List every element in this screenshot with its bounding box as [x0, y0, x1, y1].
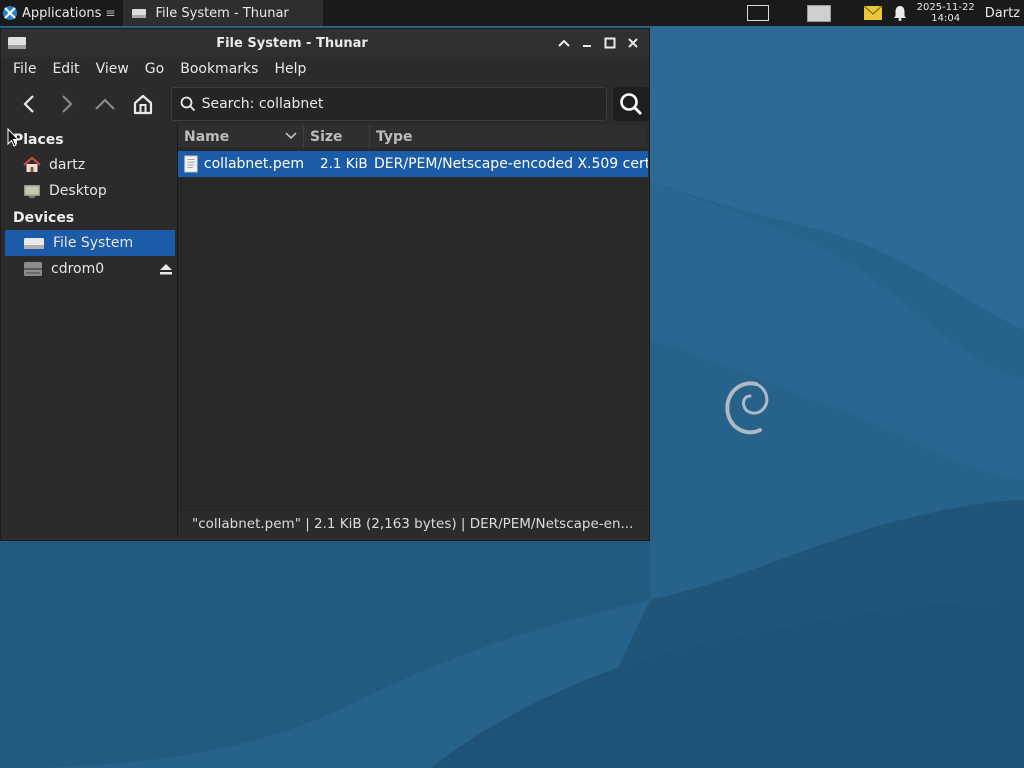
menu-go[interactable]: Go: [137, 61, 172, 77]
toolbar: Search: collabnet: [1, 81, 649, 127]
mail-icon[interactable]: [863, 5, 883, 21]
status-bar: "collabnet.pem" | 2.1 KiB (2,163 bytes) …: [178, 510, 648, 536]
menu-edit[interactable]: Edit: [44, 61, 87, 77]
notification-bell-icon[interactable]: [893, 5, 907, 21]
sidebar-item-cdrom0[interactable]: cdrom0: [1, 256, 177, 282]
search-icon: [620, 93, 643, 115]
applications-menu-button[interactable]: Applications ≡: [0, 0, 121, 26]
minimize-icon: [582, 45, 591, 47]
content-area: Places dartz Desktop Devices File System…: [1, 124, 649, 540]
file-list-pane: Name Size Type collabnet.pem 2.1 KiB DER…: [177, 124, 648, 536]
close-icon: [627, 38, 638, 48]
minimize-button[interactable]: [578, 33, 595, 53]
menu-bar: File Edit View Go Bookmarks Help: [1, 57, 649, 81]
taskbar-item-thunar[interactable]: File System - Thunar: [123, 0, 323, 26]
sidebar: Places dartz Desktop Devices File System…: [1, 125, 177, 536]
close-button[interactable]: [624, 33, 641, 53]
search-toggle-button[interactable]: [613, 87, 649, 121]
parent-folder-button[interactable]: [89, 88, 121, 120]
column-header-row: Name Size Type: [178, 124, 647, 149]
workspace-2[interactable]: [799, 0, 863, 26]
maximize-icon: [604, 37, 615, 49]
mouse-cursor-icon: [7, 128, 19, 147]
drive-icon: [24, 238, 44, 249]
menu-help[interactable]: Help: [266, 61, 314, 77]
table-row[interactable]: collabnet.pem 2.1 KiB DER/PEM/Netscape-e…: [178, 151, 648, 177]
desktop-icon: [24, 185, 40, 198]
chevron-up-icon: [94, 98, 115, 110]
home-button[interactable]: [127, 88, 159, 120]
file-size: 2.1 KiB: [320, 156, 368, 172]
chevron-left-icon: [23, 95, 34, 113]
search-input[interactable]: Search: collabnet: [170, 87, 608, 121]
home-icon: [133, 94, 152, 115]
shade-button[interactable]: [555, 33, 572, 53]
sidebar-heading-devices: Devices: [13, 210, 75, 226]
column-header-label: Type: [376, 128, 413, 145]
top-panel: Applications ≡ File System - Thunar 2025…: [0, 0, 1024, 26]
clock-time: 14:04: [931, 13, 961, 24]
applications-menu-glyph: ≡: [105, 6, 116, 20]
window-title: File System - Thunar: [216, 35, 368, 51]
eject-icon[interactable]: [159, 262, 173, 276]
cdrom-icon: [24, 262, 42, 276]
maximize-button[interactable]: [601, 33, 618, 53]
sidebar-heading-places: Places: [13, 132, 64, 148]
drive-icon: [132, 9, 147, 18]
search-text: Search: collabnet: [201, 96, 324, 112]
chevron-down-icon: [285, 131, 297, 139]
column-header-size[interactable]: Size: [304, 124, 370, 149]
sidebar-item-label: cdrom0: [51, 261, 105, 277]
thunar-window: File System - Thunar File Edit View Go B…: [0, 28, 650, 541]
sidebar-item-label: dartz: [49, 157, 86, 173]
column-header-name[interactable]: Name: [178, 124, 304, 149]
menu-bookmarks[interactable]: Bookmarks: [172, 61, 266, 77]
chevron-right-icon: [62, 95, 73, 113]
search-icon: [180, 96, 195, 112]
user-menu[interactable]: Dartz: [985, 6, 1020, 21]
menu-view[interactable]: View: [88, 61, 137, 77]
column-header-label: Name: [184, 128, 230, 145]
text-file-icon: [184, 155, 198, 173]
clock-date: 2025-11-22: [916, 2, 975, 13]
file-type: DER/PEM/Netscape-encoded X.509 certifica…: [374, 156, 648, 172]
sidebar-item-file-system[interactable]: File System: [5, 230, 175, 256]
sidebar-item-dartz[interactable]: dartz: [1, 152, 177, 178]
menu-file[interactable]: File: [5, 61, 44, 77]
sidebar-item-label: Desktop: [49, 183, 107, 199]
chevron-up-icon: [557, 39, 570, 47]
column-header-label: Size: [310, 128, 343, 145]
back-button[interactable]: [13, 88, 45, 120]
sidebar-item-label: File System: [53, 235, 134, 251]
home-icon: [23, 156, 41, 172]
sidebar-item-desktop[interactable]: Desktop: [1, 178, 177, 204]
drive-icon: [8, 37, 26, 49]
file-name: collabnet.pem: [203, 156, 304, 172]
window-titlebar[interactable]: File System - Thunar: [1, 29, 649, 57]
system-tray: [863, 5, 907, 21]
taskbar-item-label: File System - Thunar: [155, 5, 289, 21]
workspace-1[interactable]: [739, 0, 799, 26]
applications-label: Applications: [22, 5, 102, 21]
xfce-logo-icon: [3, 6, 17, 20]
clock[interactable]: 2025-11-22 14:04: [917, 2, 975, 24]
column-header-type[interactable]: Type: [370, 125, 647, 149]
forward-button[interactable]: [51, 88, 83, 120]
